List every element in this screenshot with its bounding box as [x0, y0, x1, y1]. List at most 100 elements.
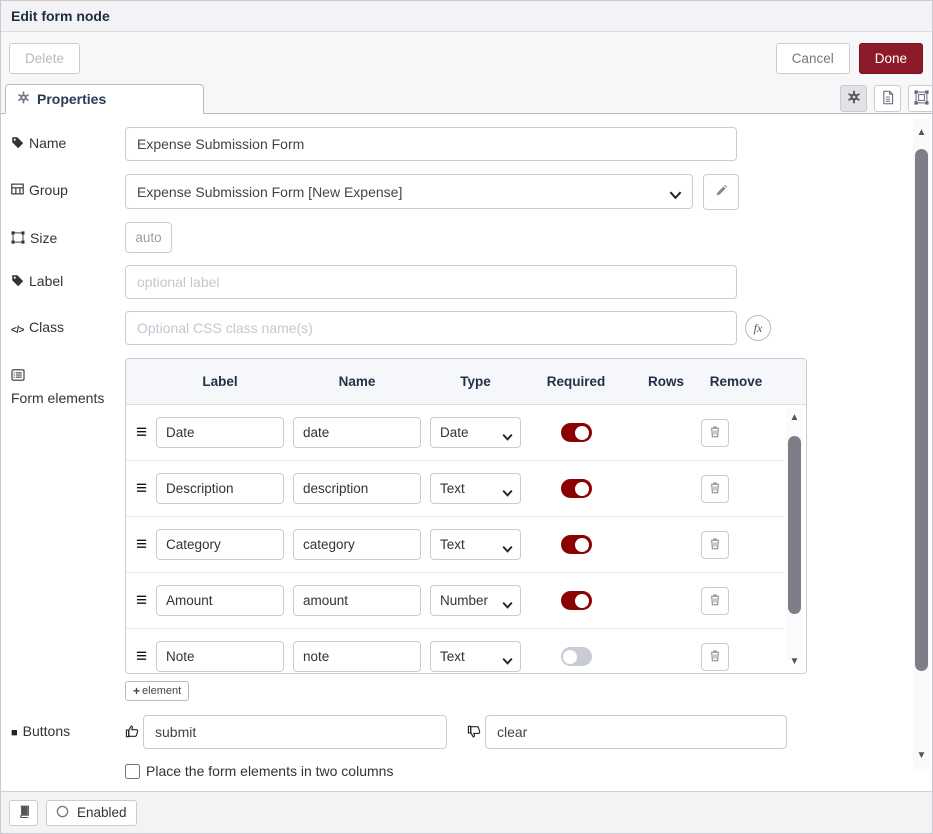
scroll-up-icon[interactable]: ▲: [786, 411, 803, 425]
element-name-input[interactable]: [293, 585, 421, 616]
required-toggle[interactable]: [561, 479, 592, 498]
edit-form-node-dialog: Edit form node Delete Cancel Done Proper…: [0, 0, 933, 834]
square-icon: ■: [11, 725, 18, 742]
form-elements-label: Form elements: [11, 358, 125, 407]
form-elements-row: Form elements Label Name Type Required R…: [11, 358, 898, 674]
required-toggle[interactable]: [561, 535, 592, 554]
submit-button-input[interactable]: [143, 715, 447, 749]
delete-button[interactable]: Delete: [9, 43, 80, 74]
remove-element-button[interactable]: [701, 643, 729, 671]
form-element-row: ≡ Number: [126, 573, 784, 629]
trash-icon: [709, 537, 721, 553]
trash-icon: [709, 425, 721, 441]
form-element-row: ≡ Date: [126, 405, 784, 461]
object-group-icon: [914, 90, 929, 108]
scrollbar-thumb[interactable]: [915, 149, 928, 671]
remove-element-button[interactable]: [701, 475, 729, 503]
scroll-down-icon[interactable]: ▼: [786, 655, 803, 669]
code-icon: </>: [11, 322, 24, 339]
form-elements-header: Label Name Type Required Rows Remove: [126, 359, 806, 405]
enabled-toggle-button[interactable]: Enabled: [46, 800, 137, 826]
element-name-input[interactable]: [293, 641, 421, 672]
element-label-input[interactable]: [156, 585, 284, 616]
name-input[interactable]: [125, 127, 737, 161]
element-name-input[interactable]: [293, 529, 421, 560]
size-row: Size auto: [11, 222, 898, 253]
remove-element-button[interactable]: [701, 419, 729, 447]
col-header-required: Required: [521, 374, 631, 389]
two-columns-checkbox[interactable]: [125, 764, 140, 779]
pencil-icon: [715, 184, 728, 200]
dialog-titlebar: Edit form node: [1, 1, 932, 32]
group-label: Group: [11, 174, 125, 199]
element-name-input[interactable]: [293, 417, 421, 448]
trash-icon: [709, 481, 721, 497]
tab-properties[interactable]: Properties: [5, 84, 204, 114]
edit-group-button[interactable]: [703, 174, 739, 210]
label-input[interactable]: [125, 265, 737, 299]
drag-handle-icon[interactable]: ≡: [136, 591, 156, 610]
col-header-rows: Rows: [631, 374, 701, 389]
chevron-down-icon: [502, 429, 513, 444]
col-header-label: Label: [156, 374, 284, 389]
tag-icon: [11, 135, 24, 153]
chevron-down-icon: [502, 597, 513, 612]
col-header-name: Name: [293, 374, 421, 389]
description-view-button[interactable]: [874, 85, 901, 112]
col-header-type: Type: [430, 374, 521, 389]
list-alt-icon: [11, 368, 25, 385]
dynamic-class-button[interactable]: fx: [745, 315, 771, 341]
done-button[interactable]: Done: [859, 43, 923, 74]
appearance-view-button[interactable]: [908, 85, 933, 112]
drag-handle-icon[interactable]: ≡: [136, 479, 156, 498]
remove-element-button[interactable]: [701, 531, 729, 559]
element-type-select[interactable]: Text: [430, 529, 521, 560]
required-toggle[interactable]: [561, 423, 592, 442]
scrollbar-thumb[interactable]: [788, 436, 801, 614]
class-input[interactable]: [125, 311, 737, 345]
trash-icon: [709, 649, 721, 665]
form-elements-list: ≡ Date ≡ Text: [126, 405, 806, 673]
scroll-up-icon[interactable]: ▲: [913, 127, 930, 138]
panel-scrollbar[interactable]: ▲ ▼: [913, 119, 930, 769]
element-type-select[interactable]: Text: [430, 473, 521, 504]
scroll-down-icon[interactable]: ▼: [913, 750, 930, 761]
required-toggle[interactable]: [561, 647, 592, 666]
name-row: Name: [11, 127, 898, 161]
dialog-footer: Enabled: [1, 791, 932, 833]
cancel-button[interactable]: Cancel: [776, 43, 850, 74]
object-group-icon: [11, 230, 25, 248]
drag-handle-icon[interactable]: ≡: [136, 423, 156, 442]
element-label-input[interactable]: [156, 473, 284, 504]
properties-panel: Name Group Expense Submission Form [New …: [1, 114, 932, 791]
element-type-select[interactable]: Number: [430, 585, 521, 616]
element-type-select[interactable]: Date: [430, 417, 521, 448]
node-help-button[interactable]: [9, 800, 38, 826]
name-label: Name: [11, 127, 125, 153]
add-element-button[interactable]: + element: [125, 681, 189, 701]
drag-handle-icon[interactable]: ≡: [136, 535, 156, 554]
group-select-value: Expense Submission Form [New Expense]: [137, 184, 402, 200]
clear-button-input[interactable]: [485, 715, 787, 749]
element-label-input[interactable]: [156, 641, 284, 672]
drag-handle-icon[interactable]: ≡: [136, 647, 156, 666]
element-name-input[interactable]: [293, 473, 421, 504]
element-label-input[interactable]: [156, 529, 284, 560]
buttons-label: ■ Buttons: [11, 715, 125, 742]
required-toggle[interactable]: [561, 591, 592, 610]
col-header-remove: Remove: [701, 374, 771, 389]
dialog-toolbar: Delete Cancel Done: [1, 32, 932, 84]
group-select[interactable]: Expense Submission Form [New Expense]: [125, 174, 693, 209]
form-element-row: ≡ Text: [126, 461, 784, 517]
element-type-select[interactable]: Text: [430, 641, 521, 672]
list-scrollbar[interactable]: ▲ ▼: [786, 409, 803, 661]
remove-element-button[interactable]: [701, 587, 729, 615]
element-label-input[interactable]: [156, 417, 284, 448]
form-element-row: ≡ Text: [126, 517, 784, 573]
properties-view-button[interactable]: [840, 85, 867, 112]
thumbs-up-icon: [125, 724, 140, 742]
chevron-down-icon: [502, 653, 513, 668]
size-button[interactable]: auto: [125, 222, 172, 253]
buttons-row: ■ Buttons: [11, 715, 898, 749]
group-row: Group Expense Submission Form [New Expen…: [11, 174, 898, 210]
